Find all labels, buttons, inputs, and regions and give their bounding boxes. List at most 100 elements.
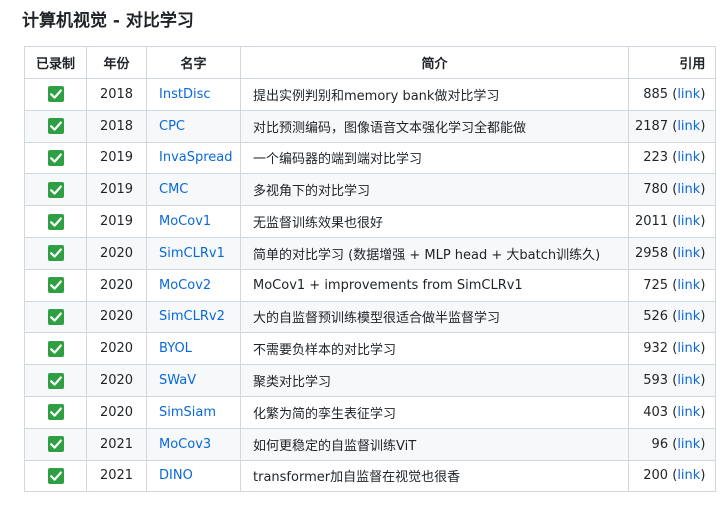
check-mark-icon xyxy=(47,467,64,484)
citations-cell: 526 (link) xyxy=(627,300,717,334)
paper-name-link[interactable]: MoCov3 xyxy=(159,437,211,452)
paper-name-link[interactable]: CPC xyxy=(159,119,185,134)
table-row: 2019 MoCov1 无监督训练效果也很好 2011 (link) xyxy=(24,205,717,238)
paper-name-link[interactable]: DINO xyxy=(159,468,193,483)
citation-count: 2958 xyxy=(635,245,669,261)
citation-link[interactable]: link xyxy=(677,405,700,420)
check-mark-icon xyxy=(47,149,64,166)
paper-name-link[interactable]: SimSiam xyxy=(159,405,216,420)
citation-count: 96 xyxy=(651,436,669,452)
citation-count: 2011 xyxy=(635,214,669,230)
paper-name-link[interactable]: MoCov1 xyxy=(159,214,211,229)
description-cell: MoCov1 + improvements from SimCLRv1 xyxy=(240,268,629,302)
citations-cell: 780 (link) xyxy=(627,173,717,207)
year-cell: 2019 xyxy=(86,205,147,238)
recorded-cell xyxy=(24,300,87,334)
citation-count: 725 xyxy=(643,277,669,293)
year-cell: 2020 xyxy=(86,364,147,397)
name-cell: MoCov3 xyxy=(146,427,241,461)
description-cell: 多视角下的对比学习 xyxy=(240,173,629,207)
table-row: 2020 MoCov2 MoCov1 + improvements from Sim… xyxy=(24,268,717,302)
citations-cell: 403 (link) xyxy=(627,395,717,429)
citation-link[interactable]: link xyxy=(677,87,700,102)
citation-link[interactable]: link xyxy=(677,373,700,388)
name-cell: SimSiam xyxy=(146,395,241,429)
citation-link[interactable]: link xyxy=(677,150,700,165)
year-cell: 2020 xyxy=(86,300,147,334)
recorded-cell xyxy=(24,395,87,429)
paper-name-link[interactable]: InvaSpread xyxy=(159,150,233,165)
table-row: 2020 BYOL 不需要负样本的对比学习 932 (link) xyxy=(24,332,717,366)
year-cell: 2019 xyxy=(86,141,147,175)
check-mark-icon xyxy=(47,213,64,230)
citation-link[interactable]: link xyxy=(677,437,700,452)
paper-name-link[interactable]: BYOL xyxy=(159,341,192,356)
paper-name-link[interactable]: SimCLRv1 xyxy=(159,246,225,261)
citation-link[interactable]: link xyxy=(677,214,700,229)
citation-count: 932 xyxy=(643,341,669,357)
citations-cell: 2011 (link) xyxy=(627,205,717,238)
citations-cell: 885 (link) xyxy=(627,78,717,111)
table-row: 2019 InvaSpread 一个编码器的端到端对比学习 223 (link) xyxy=(24,141,717,175)
description-cell: transformer加自监督在视觉也很香 xyxy=(240,459,629,493)
description-cell: 聚类对比学习 xyxy=(240,364,629,397)
recorded-cell xyxy=(24,427,87,461)
description-cell: 对比预测编码，图像语音文本强化学习全都能做 xyxy=(240,109,629,143)
citation-count: 223 xyxy=(643,150,669,166)
check-mark-icon xyxy=(47,308,64,325)
recorded-cell xyxy=(24,78,87,111)
name-cell: MoCov1 xyxy=(146,205,241,238)
year-cell: 2020 xyxy=(86,332,147,366)
name-cell: SWaV xyxy=(146,364,241,397)
check-mark-icon xyxy=(47,181,64,198)
recorded-cell xyxy=(24,173,87,207)
citation-link[interactable]: link xyxy=(677,309,700,324)
citation-count: 593 xyxy=(643,373,669,389)
column-header-description: 简介 xyxy=(240,46,629,79)
check-mark-icon xyxy=(47,277,64,294)
table-row: 2020 SWaV 聚类对比学习 593 (link) xyxy=(24,364,717,397)
citation-link[interactable]: link xyxy=(677,468,700,483)
citations-cell: 200 (link) xyxy=(627,459,717,493)
citation-count: 885 xyxy=(643,86,669,102)
check-mark-icon xyxy=(47,404,64,421)
description-cell: 不需要负样本的对比学习 xyxy=(240,332,629,366)
citations-cell: 725 (link) xyxy=(627,268,717,302)
name-cell: DINO xyxy=(146,459,241,493)
check-mark-icon xyxy=(47,245,64,262)
citation-count: 403 xyxy=(643,404,669,420)
description-cell: 如何更稳定的自监督训练ViT xyxy=(240,427,629,461)
citation-link[interactable]: link xyxy=(677,246,700,261)
recorded-cell xyxy=(24,332,87,366)
table-row: 2020 SimCLRv1 简单的对比学习 (数据增强 + MLP head + 大… xyxy=(24,236,717,270)
check-mark-icon xyxy=(47,86,64,103)
citation-link[interactable]: link xyxy=(677,341,700,356)
description-cell: 一个编码器的端到端对比学习 xyxy=(240,141,629,175)
name-cell: BYOL xyxy=(146,332,241,366)
citation-count: 2187 xyxy=(635,118,669,134)
recorded-cell xyxy=(24,236,87,270)
table-body: 2018 InstDisc 提出实例判别和memory bank做对比学习 885 (… xyxy=(24,78,717,493)
citation-link[interactable]: link xyxy=(677,278,700,293)
description-cell: 化繁为简的孪生表征学习 xyxy=(240,395,629,429)
paper-name-link[interactable]: MoCov2 xyxy=(159,278,211,293)
description-cell: 简单的对比学习 (数据增强 + MLP head + 大batch训练久) xyxy=(240,236,629,270)
paper-name-link[interactable]: SimCLRv2 xyxy=(159,309,225,324)
paper-name-link[interactable]: SWaV xyxy=(159,373,196,388)
column-header-citations: 引用 xyxy=(627,46,717,79)
check-mark-icon xyxy=(47,118,64,135)
description-cell: 大的自监督预训练模型很适合做半监督学习 xyxy=(240,300,629,334)
name-cell: SimCLRv2 xyxy=(146,300,241,334)
paper-name-link[interactable]: CMC xyxy=(159,182,188,197)
year-cell: 2020 xyxy=(86,395,147,429)
citation-link[interactable]: link xyxy=(677,119,700,134)
table-row: 2021 MoCov3 如何更稳定的自监督训练ViT 96 (link) xyxy=(24,427,717,461)
paper-name-link[interactable]: InstDisc xyxy=(159,87,211,102)
citation-link[interactable]: link xyxy=(677,182,700,197)
recorded-cell xyxy=(24,268,87,302)
check-mark-icon xyxy=(47,340,64,357)
year-cell: 2020 xyxy=(86,236,147,270)
year-cell: 2020 xyxy=(86,268,147,302)
citations-cell: 2958 (link) xyxy=(627,236,717,270)
year-cell: 2018 xyxy=(86,78,147,111)
